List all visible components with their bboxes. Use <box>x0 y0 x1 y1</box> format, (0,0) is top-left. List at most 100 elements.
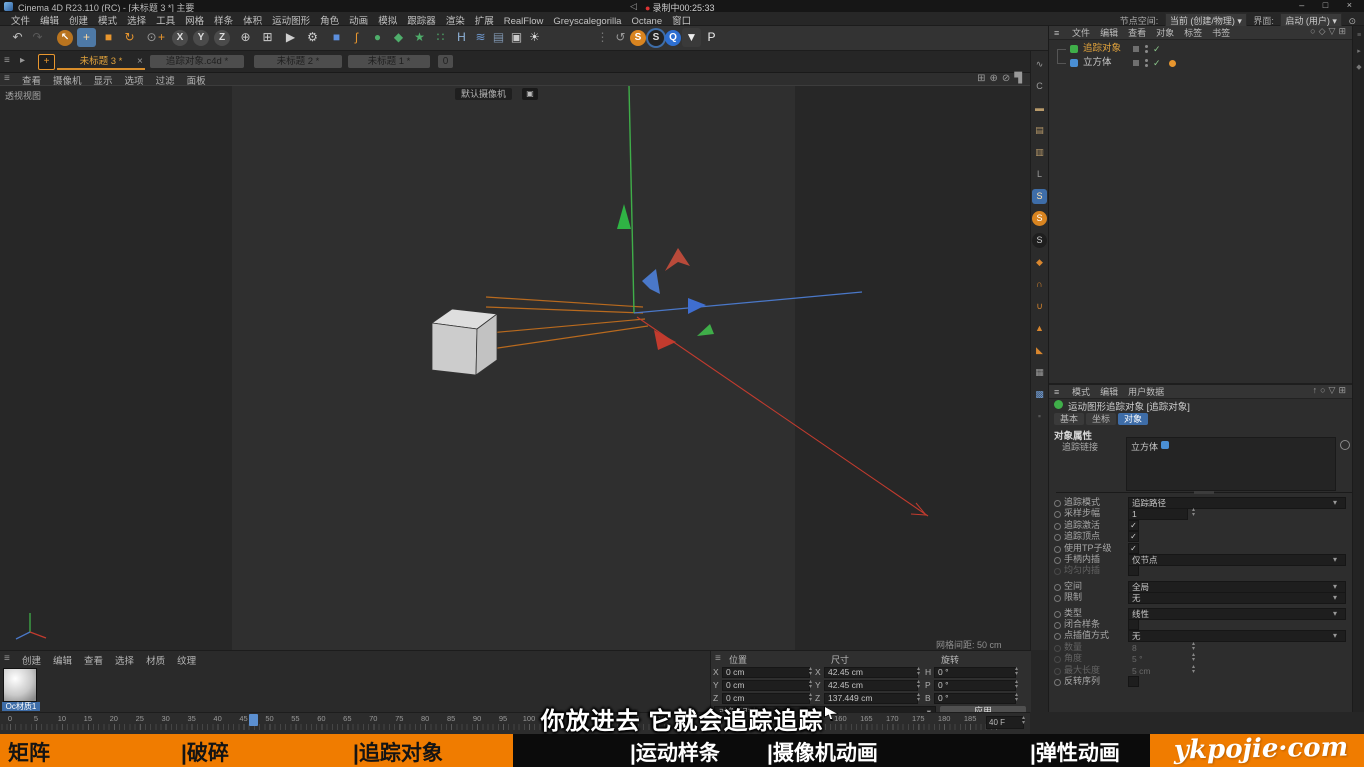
keyframe-dot-icon[interactable] <box>1054 622 1061 629</box>
om-menu-4[interactable]: 标签 <box>1184 26 1202 39</box>
menu-item-2[interactable]: 创建 <box>69 13 88 27</box>
object-label[interactable]: 追踪对象 <box>1083 42 1121 56</box>
document-tab-3[interactable]: 未标题 1 * <box>348 55 430 68</box>
scale-tool-icon[interactable]: ■ <box>99 28 118 47</box>
document-tab-0[interactable]: 未标题 3 * <box>57 55 145 70</box>
am-menu-icon[interactable]: ≡ <box>1054 387 1059 397</box>
metaball-icon[interactable]: ≋ <box>471 28 490 47</box>
keyframe-dot-icon[interactable] <box>1054 500 1061 507</box>
object-row-0[interactable]: 追踪对象 ✓ <box>1049 42 1353 56</box>
attribute-tab-坐标[interactable]: 坐标 <box>1086 413 1116 425</box>
am-icon-0[interactable]: ↑ <box>1313 385 1321 395</box>
attr-stepper[interactable]: ▴▾ <box>1192 653 1195 663</box>
om-icon-2[interactable]: ▽ <box>1329 26 1339 36</box>
viewport-control-icon-3[interactable]: ▜ <box>1014 73 1026 84</box>
om-menu-5[interactable]: 书签 <box>1212 26 1230 39</box>
trace-link-item[interactable]: 立方体 <box>1131 440 1158 453</box>
om-icon-3[interactable]: ⊞ <box>1338 26 1349 36</box>
menu-item-6[interactable]: 网格 <box>185 13 204 27</box>
coord-value-field[interactable]: 0 ° <box>934 680 1016 691</box>
keyframe-dot-icon[interactable] <box>1054 633 1061 640</box>
viewport-control-icon-0[interactable]: ⊞ <box>977 73 989 84</box>
reset-psr-icon[interactable]: ↺ <box>611 28 630 47</box>
menu-item-19[interactable]: 窗口 <box>672 13 691 27</box>
active-tool-indicator-icon[interactable]: + <box>38 54 55 70</box>
signal-dark-plugin-icon[interactable]: S <box>648 30 664 46</box>
add-cube-icon[interactable]: ■ <box>327 28 346 47</box>
am-icon-2[interactable]: ▽ <box>1329 385 1339 395</box>
keyframe-dot-icon[interactable] <box>1054 523 1061 530</box>
tabbar-arrow-icon[interactable]: ▸ <box>20 55 25 66</box>
mode-l-icon[interactable]: L <box>1032 167 1047 182</box>
add-tool-icon[interactable]: + <box>152 28 171 47</box>
signal-plugin-icon[interactable]: S <box>630 30 646 46</box>
enable-check-icon[interactable]: ✓ <box>1153 42 1161 56</box>
coord-stepper[interactable]: ▴▾ <box>809 680 812 690</box>
volume-builder-icon[interactable]: ◆ <box>389 28 408 47</box>
menu-item-13[interactable]: 跟踪器 <box>407 13 436 27</box>
bake-plugin-icon[interactable]: ▼ <box>682 28 701 47</box>
menu-item-0[interactable]: 文件 <box>11 13 30 27</box>
viewport-control-icon-1[interactable]: ⊕ <box>990 73 1002 84</box>
menu-item-8[interactable]: 体积 <box>243 13 262 27</box>
object-label[interactable]: 立方体 <box>1083 56 1112 70</box>
menu-item-12[interactable]: 模拟 <box>378 13 397 27</box>
am-icon-3[interactable]: ⊞ <box>1338 385 1349 395</box>
coord-system-icon[interactable]: ⊕ <box>236 28 255 47</box>
material-menu-3[interactable]: 选择 <box>115 653 134 667</box>
material-thumbnail[interactable] <box>3 668 37 702</box>
document-tab-1[interactable]: 追踪对象.c4d * <box>150 55 244 68</box>
mode-bluegrid-icon[interactable]: ▩ <box>1032 387 1047 402</box>
render-settings-icon[interactable]: ⚙ <box>303 28 322 47</box>
axis-mod-icon[interactable]: ⋮ <box>593 28 612 47</box>
om-menu-0[interactable]: 文件 <box>1072 26 1090 39</box>
keyframe-dot-icon[interactable] <box>1054 584 1061 591</box>
material-menu-5[interactable]: 纹理 <box>177 653 196 667</box>
speaker-icon[interactable]: ◁ <box>630 1 637 12</box>
keyframe-dot-icon[interactable] <box>1054 645 1061 652</box>
keyframe-dot-icon[interactable] <box>1054 656 1061 663</box>
attribute-divider-handle[interactable] <box>1194 491 1214 494</box>
coord-stepper[interactable]: ▴▾ <box>917 680 920 690</box>
menu-item-5[interactable]: 工具 <box>156 13 175 27</box>
am-icon-1[interactable]: ○ <box>1320 385 1328 395</box>
menu-item-14[interactable]: 渲染 <box>446 13 465 27</box>
coord-value-field[interactable]: 0 ° <box>934 667 1016 678</box>
keyframe-dot-icon[interactable] <box>1054 511 1061 518</box>
tab-close-icon[interactable]: × <box>137 56 143 67</box>
menu-item-11[interactable]: 动画 <box>349 13 368 27</box>
viewport-menu-icon[interactable]: ≡ <box>4 73 10 84</box>
coord-value-field[interactable]: 0 cm <box>722 680 810 691</box>
material-menu-1[interactable]: 编辑 <box>53 653 72 667</box>
render-picture-viewer-icon[interactable]: ▶ <box>281 28 300 47</box>
phong-tag-icon[interactable] <box>1169 60 1176 67</box>
enable-check-icon[interactable]: ✓ <box>1153 56 1161 70</box>
mode-signal-icon[interactable]: S <box>1032 211 1047 226</box>
document-tab-2[interactable]: 未标题 2 * <box>254 55 342 68</box>
menu-item-1[interactable]: 编辑 <box>40 13 59 27</box>
viewport[interactable]: 透视视图 默认摄像机 ▣ <box>0 85 1030 651</box>
viewport-control-icon-2[interactable]: ⊘ <box>1002 73 1014 84</box>
material-menu-icon[interactable]: ≡ <box>4 653 10 664</box>
subdivision-surface-icon[interactable]: ● <box>368 28 387 47</box>
visibility-dot-top[interactable] <box>1145 45 1148 48</box>
material-menu-4[interactable]: 材质 <box>146 653 165 667</box>
coord-stepper[interactable]: ▴▾ <box>809 667 812 677</box>
mode-curve-icon[interactable]: ∪ <box>1032 299 1047 314</box>
attribute-tab-对象[interactable]: 对象 <box>1118 413 1148 425</box>
window-controls[interactable]: – □ × <box>1299 0 1360 10</box>
cloner-icon[interactable]: ∷ <box>431 28 450 47</box>
attr-checkbox[interactable]: ✓ <box>1128 520 1139 531</box>
trace-link-picker-button[interactable] <box>1340 440 1350 450</box>
attr-checkbox[interactable] <box>1128 676 1139 687</box>
mode-texture-icon[interactable]: ▤ <box>1032 123 1047 138</box>
tabbar-menu-icon[interactable]: ≡ <box>4 55 10 66</box>
layer-chip[interactable] <box>1133 60 1139 66</box>
blue-handle-icon[interactable] <box>642 269 660 294</box>
mode-pen-icon[interactable]: ∿ <box>1032 57 1047 72</box>
attr-dropdown[interactable]: 无▾ <box>1128 592 1346 604</box>
object-row-1[interactable]: 立方体 ✓ <box>1049 56 1353 70</box>
y-axis-arrow[interactable] <box>617 86 634 313</box>
om-icon-1[interactable]: ◇ <box>1319 26 1329 36</box>
mode-cone-icon[interactable]: ▲ <box>1032 321 1047 336</box>
